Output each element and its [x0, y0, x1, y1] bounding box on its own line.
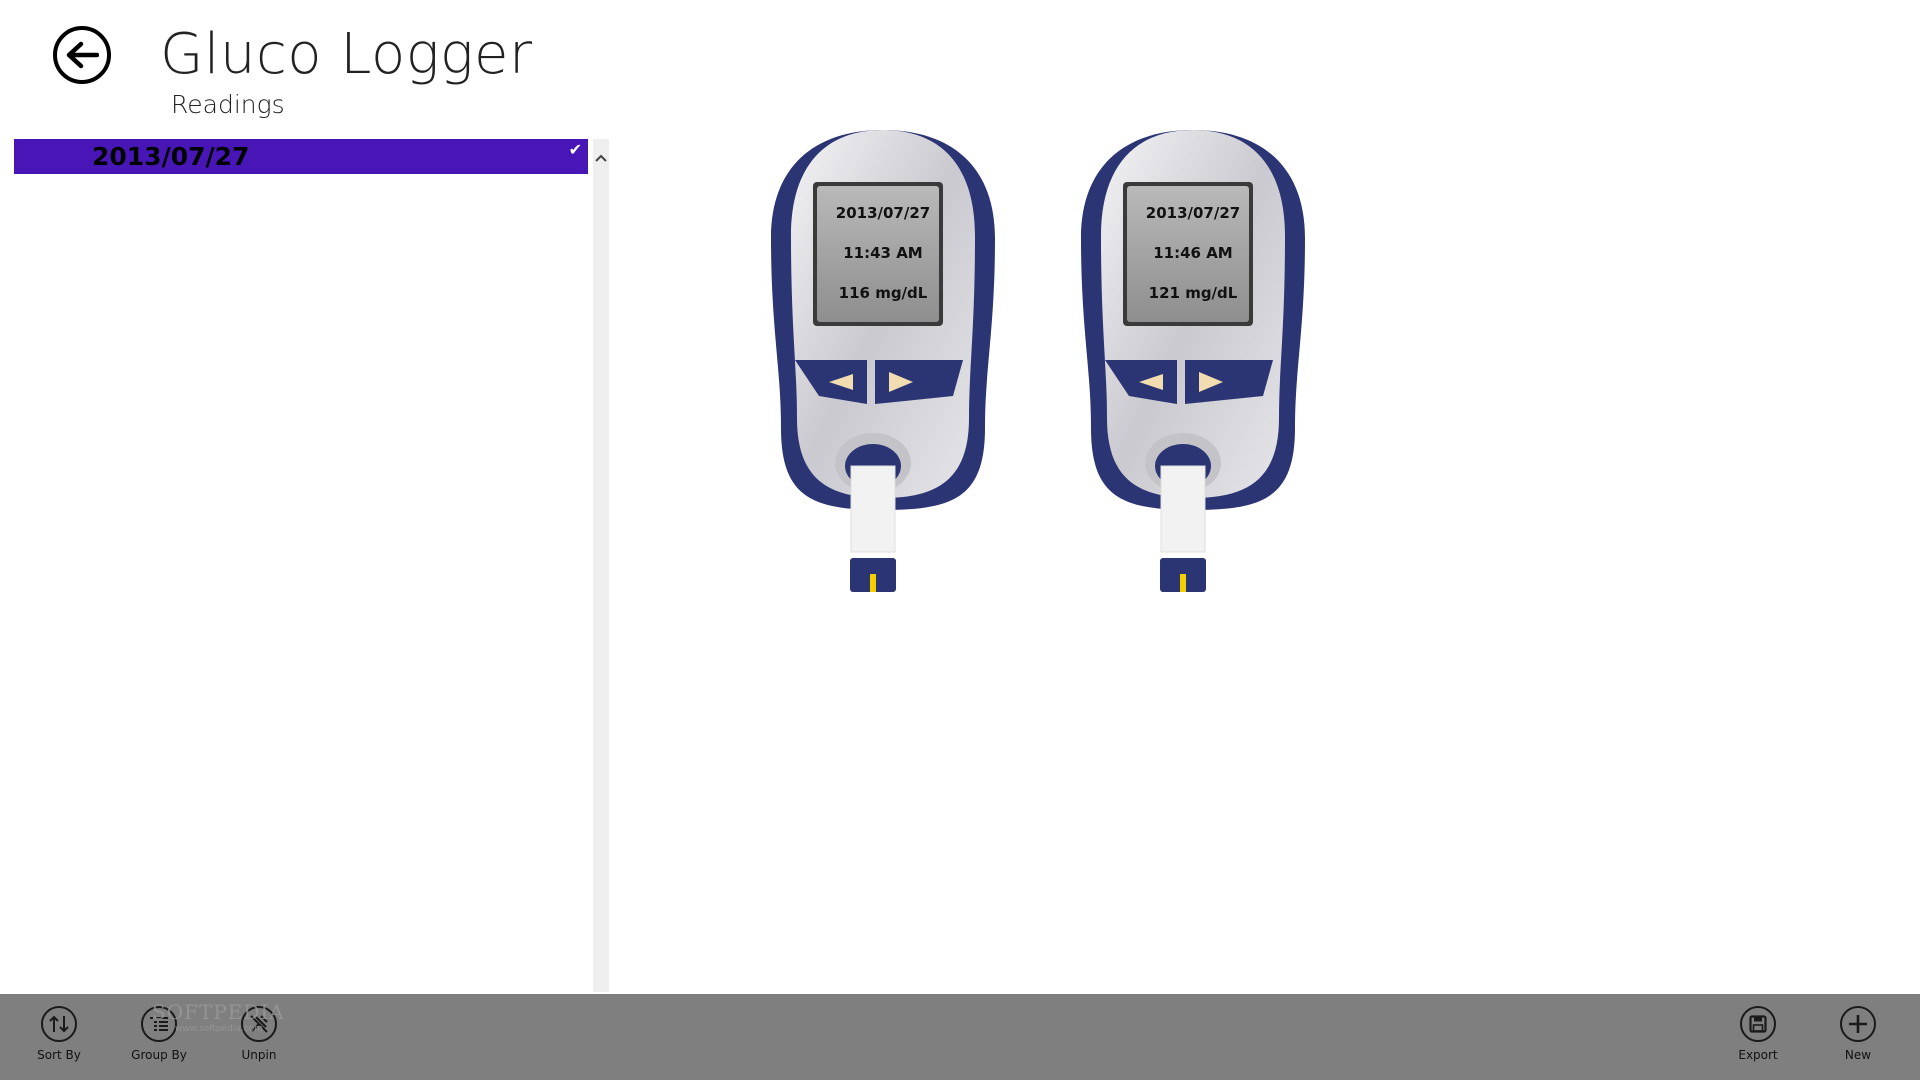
group-by-label: Group By — [131, 1048, 187, 1062]
scroll-up-arrow-icon[interactable] — [593, 150, 609, 166]
back-button[interactable] — [53, 26, 111, 84]
reading-date: 2013/07/27 — [1145, 204, 1241, 222]
export-label: Export — [1738, 1048, 1778, 1062]
reading-card[interactable]: 2013/07/27 11:43 AM 116 mg/dL — [763, 128, 1003, 598]
sort-icon — [41, 1006, 77, 1042]
checkmark-icon: ✔ — [568, 142, 582, 159]
save-icon — [1740, 1006, 1776, 1042]
back-arrow-icon — [66, 41, 99, 69]
list-item-date: 2013/07/27 — [92, 142, 250, 171]
export-button[interactable]: Export — [1718, 1006, 1798, 1062]
watermark-logo: SOFTPEDIA — [152, 1000, 285, 1024]
reading-time: 11:43 AM — [843, 244, 923, 262]
reading-time: 11:46 AM — [1153, 244, 1233, 262]
list-item[interactable]: 2013/07/27 ✔ — [14, 139, 588, 174]
sort-by-button[interactable]: Sort By — [19, 1006, 99, 1062]
watermark-url: www.softpedia.com — [175, 1024, 263, 1034]
glucose-meter-icon — [1081, 130, 1305, 592]
reading-card[interactable]: 2013/07/27 11:46 AM 121 mg/dL — [1073, 128, 1313, 598]
readings-list: 2013/07/27 ✔ — [14, 139, 588, 174]
add-icon — [1840, 1006, 1876, 1042]
scrollbar[interactable] — [593, 139, 609, 992]
page-title: Gluco Logger — [160, 22, 533, 87]
page-subtitle: Readings — [171, 90, 285, 119]
sort-by-label: Sort By — [37, 1048, 81, 1062]
glucose-meter-icon — [771, 130, 995, 592]
reading-value: 121 mg/dL — [1148, 284, 1238, 302]
unpin-label: Unpin — [241, 1048, 277, 1062]
new-label: New — [1844, 1048, 1872, 1062]
reading-value: 116 mg/dL — [838, 284, 928, 302]
app-bar: Sort By Group By Unpin Export New — [0, 994, 1920, 1080]
reading-date: 2013/07/27 — [835, 204, 931, 222]
new-button[interactable]: New — [1818, 1006, 1898, 1062]
